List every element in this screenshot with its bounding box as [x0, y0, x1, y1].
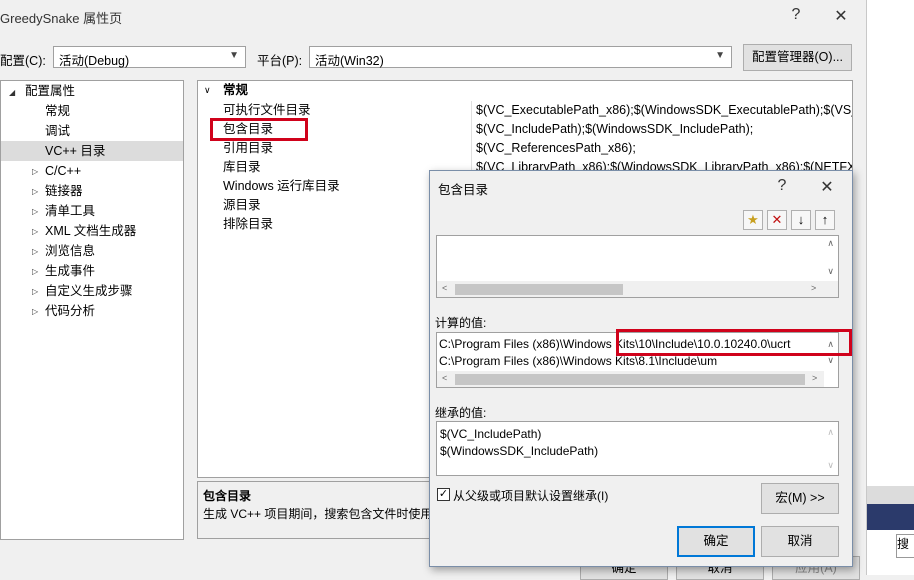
include-dirs-highlight	[210, 118, 308, 141]
scroll-up-icon[interactable]: ∧	[827, 238, 834, 249]
collapsed-triangle-icon[interactable]: ▷	[32, 167, 38, 176]
scroll-left-icon[interactable]: <	[442, 283, 447, 293]
property-name: Windows 运行库目录	[223, 179, 340, 193]
scroll-right-icon[interactable]: >	[812, 373, 817, 383]
inherited-value-line: $(WindowsSDK_IncludePath)	[440, 444, 599, 458]
collapsed-triangle-icon[interactable]: ▷	[32, 227, 38, 236]
move-up-icon[interactable]: ↑	[815, 210, 835, 230]
scroll-down-icon[interactable]: ∨	[827, 266, 834, 277]
tree-item[interactable]: VC++ 目录	[45, 141, 105, 161]
close-button[interactable]: ✕	[831, 6, 851, 26]
collapsed-triangle-icon[interactable]: ▷	[32, 267, 38, 276]
scroll-thumb[interactable]	[455, 374, 805, 385]
computed-values-label: 计算的值:	[435, 316, 487, 330]
background-panel	[866, 504, 914, 530]
background-search-text: 搜	[897, 537, 910, 551]
tree-item[interactable]: 常规	[45, 101, 70, 121]
property-value[interactable]: $(VC_ExecutablePath_x86);$(WindowsSDK_Ex…	[476, 101, 852, 120]
chevron-down-icon: ▼	[715, 50, 725, 61]
include-dirs-edit-box[interactable]: ∧ ∨ < >	[436, 235, 839, 298]
config-combo-value: 活动(Debug)	[59, 54, 130, 68]
scroll-down-icon[interactable]: ∨	[827, 355, 834, 366]
config-combo[interactable]: 活动(Debug) ▼	[53, 46, 246, 68]
dialog-close-button[interactable]: ✕	[817, 177, 837, 197]
column-separator	[471, 101, 472, 120]
dialog-title: 包含目录	[438, 183, 489, 197]
tree-item[interactable]: 调试	[45, 121, 70, 141]
tree-item[interactable]: C/C++	[45, 161, 81, 181]
tree-root-config-properties[interactable]: 配置属性	[25, 81, 75, 101]
inherit-checkbox-label[interactable]: 从父级或项目默认设置继承(I)	[453, 487, 608, 504]
description-text: 生成 VC++ 项目期间，搜索包含文件时使用	[203, 507, 433, 521]
tree-item[interactable]: 生成事件	[45, 261, 95, 281]
scroll-thumb[interactable]	[455, 284, 623, 295]
scroll-down-icon: ∨	[827, 460, 834, 470]
tree-item[interactable]: 清单工具	[45, 201, 95, 221]
background-toolbar	[866, 486, 914, 504]
column-separator	[471, 139, 472, 158]
platform-combo-value: 活动(Win32)	[315, 54, 384, 68]
delete-icon[interactable]: ✕	[767, 210, 787, 230]
collapsed-triangle-icon[interactable]: ▷	[32, 287, 38, 296]
inherited-values-label: 继承的值:	[435, 406, 487, 420]
macro-button[interactable]: 宏(M) >>	[761, 483, 839, 514]
property-value[interactable]: $(VC_IncludePath);$(WindowsSDK_IncludePa…	[476, 120, 753, 139]
chevron-down-icon: ▼	[229, 50, 239, 61]
grid-category-label: 常规	[223, 83, 249, 97]
property-row[interactable]: 引用目录 $(VC_ReferencesPath_x86);	[198, 139, 852, 158]
grid-category-row[interactable]: ∨ 常规	[198, 81, 852, 100]
move-down-icon[interactable]: ↓	[791, 210, 811, 230]
expanded-triangle-icon[interactable]: ◢	[9, 88, 15, 97]
column-separator	[471, 120, 472, 139]
inherited-values-box: $(VC_IncludePath) $(WindowsSDK_IncludePa…	[436, 421, 839, 476]
collapse-chevron-icon: ∨	[204, 85, 211, 95]
tree-item[interactable]: XML 文档生成器	[45, 221, 136, 241]
dialog-help-button[interactable]: ?	[772, 177, 792, 195]
property-name: 库目录	[223, 160, 261, 174]
scroll-right-icon[interactable]: >	[811, 283, 816, 293]
tree-item[interactable]: 浏览信息	[45, 241, 95, 261]
horizontal-scrollbar[interactable]: < >	[437, 371, 824, 387]
collapsed-triangle-icon[interactable]: ▷	[32, 187, 38, 196]
collapsed-triangle-icon[interactable]: ▷	[32, 207, 38, 216]
config-manager-button[interactable]: 配置管理器(O)...	[743, 44, 852, 71]
tree-item[interactable]: 自定义生成步骤	[45, 281, 133, 301]
inherit-checkbox[interactable]: ✓	[437, 488, 450, 501]
scroll-left-icon[interactable]: <	[442, 373, 447, 383]
property-name: 排除目录	[223, 217, 274, 231]
property-name: 源目录	[223, 198, 261, 212]
window-title: GreedySnake 属性页	[0, 11, 123, 26]
settings-tree: ◢ 配置属性 常规 调试 VC++ 目录 ▷ C/C++ ▷ 链接器 ▷ 清单工具 ▷ XML 文档…	[0, 80, 184, 540]
property-value[interactable]: $(VC_ReferencesPath_x86);	[476, 139, 636, 158]
horizontal-scrollbar[interactable]: < >	[437, 281, 838, 297]
platform-combo[interactable]: 活动(Win32) ▼	[309, 46, 732, 68]
new-line-icon[interactable]: ★	[743, 210, 763, 230]
scroll-up-icon: ∧	[827, 427, 834, 437]
dialog-cancel-button[interactable]: 取消	[761, 526, 839, 557]
dialog-ok-button[interactable]: 确定	[677, 526, 755, 557]
config-label: 配置(C):	[0, 54, 46, 68]
help-button[interactable]: ?	[786, 6, 806, 24]
description-title: 包含目录	[203, 489, 252, 503]
tree-item[interactable]: 代码分析	[45, 301, 95, 321]
collapsed-triangle-icon[interactable]: ▷	[32, 247, 38, 256]
ucrt-path-highlight	[616, 329, 852, 356]
inherited-value-line: $(VC_IncludePath)	[440, 427, 542, 441]
property-name: 引用目录	[223, 141, 274, 155]
computed-value-line: C:\Program Files (x86)\Windows Kits\8.1\…	[439, 354, 718, 368]
platform-label: 平台(P):	[257, 54, 303, 68]
tree-item[interactable]: 链接器	[45, 181, 83, 201]
collapsed-triangle-icon[interactable]: ▷	[32, 307, 38, 316]
include-dirs-dialog: 包含目录 ? ✕ ★ ✕ ↓ ↑ ∧ ∨ < > 计算的值: C:\Progra…	[429, 170, 853, 567]
background-search-box[interactable]: 搜	[896, 534, 914, 558]
